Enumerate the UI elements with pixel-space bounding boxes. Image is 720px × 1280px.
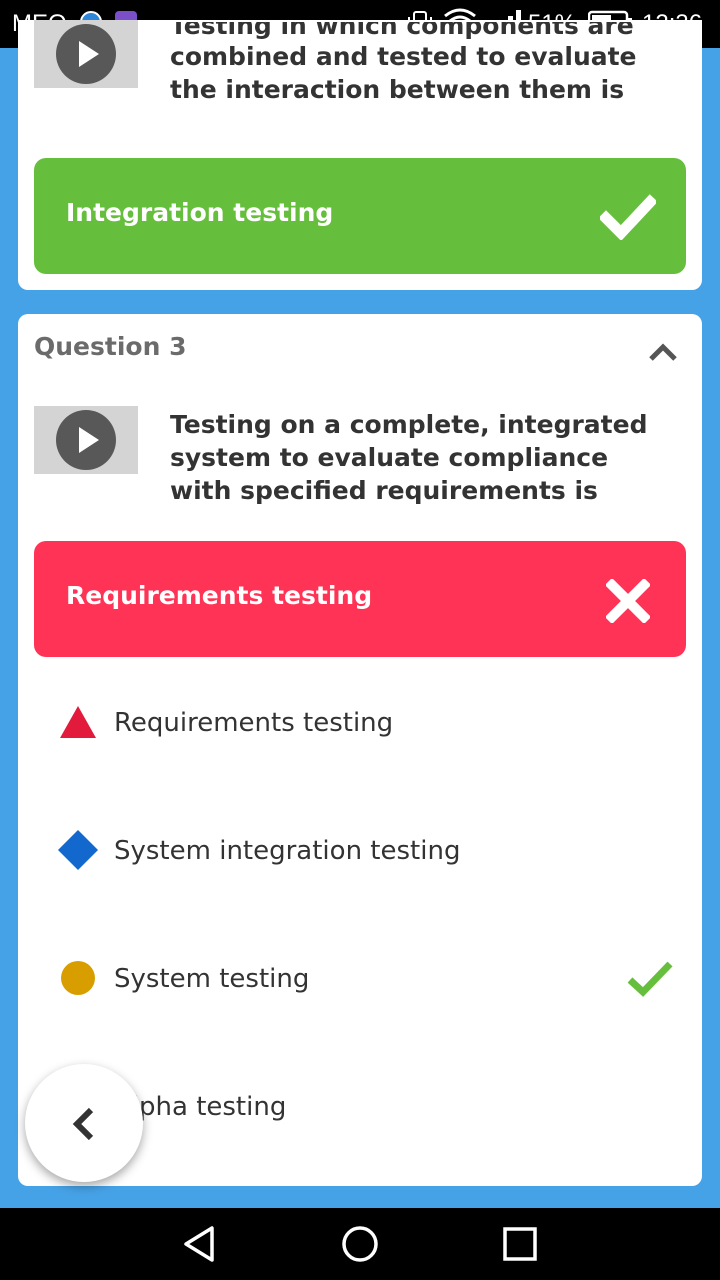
question-text-line: the interaction between them is — [170, 75, 625, 104]
answer-option-correct: System testing — [54, 948, 674, 1008]
question-text: Testing on a complete, integrated system… — [170, 408, 670, 507]
question-text: Testing in which components are combined… — [170, 22, 670, 106]
question-text-line: combined and tested to evaluate — [170, 42, 637, 71]
question-text-line: system to evaluate compliance — [170, 443, 609, 472]
question-title: Question 3 — [34, 332, 187, 361]
circle-icon — [61, 961, 95, 995]
triangle-icon — [60, 706, 96, 738]
media-thumbnail[interactable] — [34, 20, 138, 88]
answer-option: Requirements testing — [54, 692, 674, 752]
play-icon[interactable] — [56, 410, 116, 470]
play-icon[interactable] — [56, 24, 116, 84]
back-button[interactable] — [25, 1064, 143, 1182]
answer-label: Integration testing — [66, 198, 334, 227]
x-icon — [606, 579, 650, 623]
answer-option: Alpha testing — [54, 1076, 674, 1136]
nav-back-icon[interactable] — [178, 1222, 222, 1266]
nav-home-icon[interactable] — [338, 1222, 382, 1266]
previous-question-card: Testing in which components are combined… — [18, 20, 702, 290]
selected-answer-incorrect: Requirements testing — [34, 541, 686, 657]
option-label: Requirements testing — [114, 708, 394, 738]
question-text-line: Testing in which components are — [170, 22, 634, 40]
question-text-line: Testing on a complete, integrated — [170, 410, 648, 439]
diamond-icon — [58, 830, 98, 870]
media-thumbnail[interactable] — [34, 406, 138, 474]
question-card: Question 3 Testing on a complete, integr… — [18, 314, 702, 1186]
check-icon — [627, 961, 673, 997]
navigation-bar — [0, 1208, 720, 1280]
answer-label: Requirements testing — [66, 581, 373, 610]
option-label: System integration testing — [114, 836, 461, 866]
option-label: System testing — [114, 964, 310, 994]
check-icon — [600, 194, 656, 240]
selected-answer-correct: Integration testing — [34, 158, 686, 274]
chevron-up-icon[interactable] — [648, 342, 678, 362]
chevron-left-icon — [72, 1107, 94, 1141]
question-text-line: with specified requirements is — [170, 476, 598, 505]
answer-option: System integration testing — [54, 820, 674, 880]
nav-recents-icon[interactable] — [498, 1222, 542, 1266]
